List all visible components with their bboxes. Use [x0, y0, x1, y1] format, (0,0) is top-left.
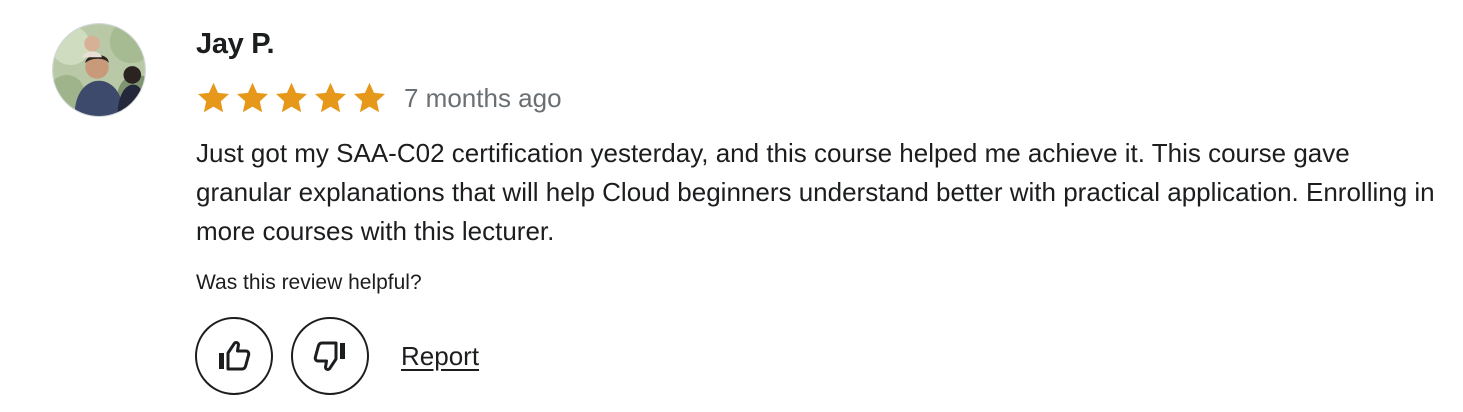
reviewer-avatar [52, 23, 146, 117]
review-card: Jay P. 7 months ago Just got my SAA-C02 … [0, 0, 1463, 412]
rating-row: 7 months ago [196, 78, 562, 118]
star-icon [315, 82, 346, 112]
review-actions: Report [195, 317, 479, 395]
reviewer-name: Jay P. [196, 28, 275, 60]
star-icon [198, 82, 229, 112]
star-icon [276, 82, 307, 112]
star-icon [354, 82, 385, 112]
helpful-prompt: Was this review helpful? [196, 271, 422, 294]
report-link[interactable]: Report [401, 341, 479, 372]
not-helpful-button[interactable] [291, 317, 369, 395]
thumbs-down-icon [313, 341, 345, 371]
review-text: Just got my SAA-C02 certification yester… [196, 138, 1435, 246]
thumbs-up-icon [219, 341, 251, 371]
star-rating [196, 81, 387, 116]
helpful-button[interactable] [195, 317, 273, 395]
review-date: 7 months ago [404, 83, 562, 113]
star-icon [237, 82, 268, 112]
